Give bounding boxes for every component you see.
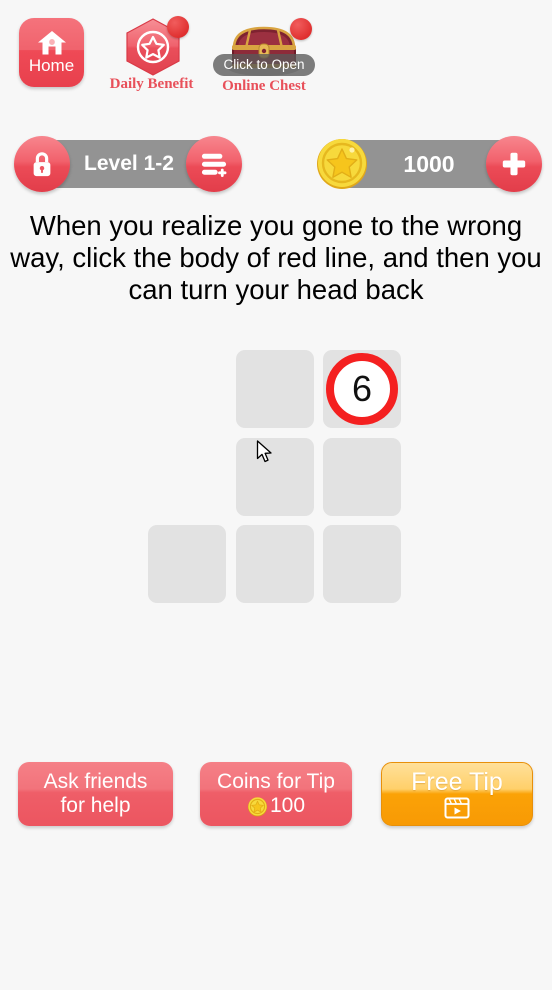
plus-icon	[502, 152, 526, 176]
bottom-button-row: Ask friends for help Coins for Tip 100 F…	[0, 762, 552, 828]
online-chest-notification-badge	[290, 18, 312, 40]
daily-benefit-label: Daily Benefit	[109, 76, 194, 92]
star-coin-icon[interactable]	[314, 136, 370, 192]
ask-friends-line1: Ask friends	[43, 770, 148, 793]
grid-cell-r0c2[interactable]: 6	[323, 350, 401, 428]
target-number-value: 6	[351, 368, 373, 409]
free-tip-label: Free Tip	[411, 768, 503, 796]
target-number-ring[interactable]: 6	[326, 353, 398, 425]
add-coins-button[interactable]	[486, 136, 542, 192]
daily-benefit-notification-badge	[167, 16, 189, 38]
coin-amount-label: 1000	[403, 151, 455, 177]
chest-tooltip: Click to Open	[213, 54, 315, 76]
video-ad-icon	[444, 797, 470, 819]
instruction-text: When you realize you gone to the wrong w…	[10, 210, 542, 305]
online-chest-button[interactable]: Click to Open Online Chest	[212, 16, 316, 94]
home-button-label: Home	[28, 56, 75, 75]
ask-friends-line2: for help	[60, 794, 131, 817]
coins-for-tip-cost-row: 100	[247, 794, 305, 818]
coins-for-tip-cost: 100	[269, 794, 306, 817]
grid-cell-r1c2[interactable]	[323, 438, 401, 516]
puzzle-grid: 6	[0, 340, 552, 620]
grid-cell-r0c0	[148, 350, 226, 428]
grid-cell-r2c2[interactable]	[323, 525, 401, 603]
level-list-add-icon[interactable]	[186, 136, 242, 192]
coin-bar: 1000	[317, 136, 542, 192]
grid-cell-r2c1[interactable]	[236, 525, 314, 603]
level-bar: Level 1-2	[14, 136, 242, 192]
coins-for-tip-button[interactable]: Coins for Tip 100	[200, 762, 352, 826]
grid-cell-r1c0	[148, 438, 226, 516]
star-coin-icon-small	[247, 796, 268, 817]
ask-friends-button[interactable]: Ask friends for help	[18, 762, 173, 826]
grid-cell-r2c0[interactable]	[148, 525, 226, 603]
online-chest-label: Online Chest	[222, 78, 306, 94]
home-button[interactable]: Home	[19, 18, 84, 87]
mouse-cursor	[256, 440, 274, 464]
top-navigation: Home Daily Benefit Click to Open Online …	[0, 0, 552, 108]
free-tip-button[interactable]: Free Tip	[381, 762, 533, 826]
padlock-icon[interactable]	[14, 136, 70, 192]
grid-cell-r0c1[interactable]	[236, 350, 314, 428]
house-icon	[37, 30, 67, 56]
daily-benefit-button[interactable]: Daily Benefit	[104, 16, 199, 92]
level-label: Level 1-2	[84, 152, 174, 175]
coins-for-tip-label: Coins for Tip	[217, 770, 335, 793]
grid-cell-r1c1[interactable]	[236, 438, 314, 516]
